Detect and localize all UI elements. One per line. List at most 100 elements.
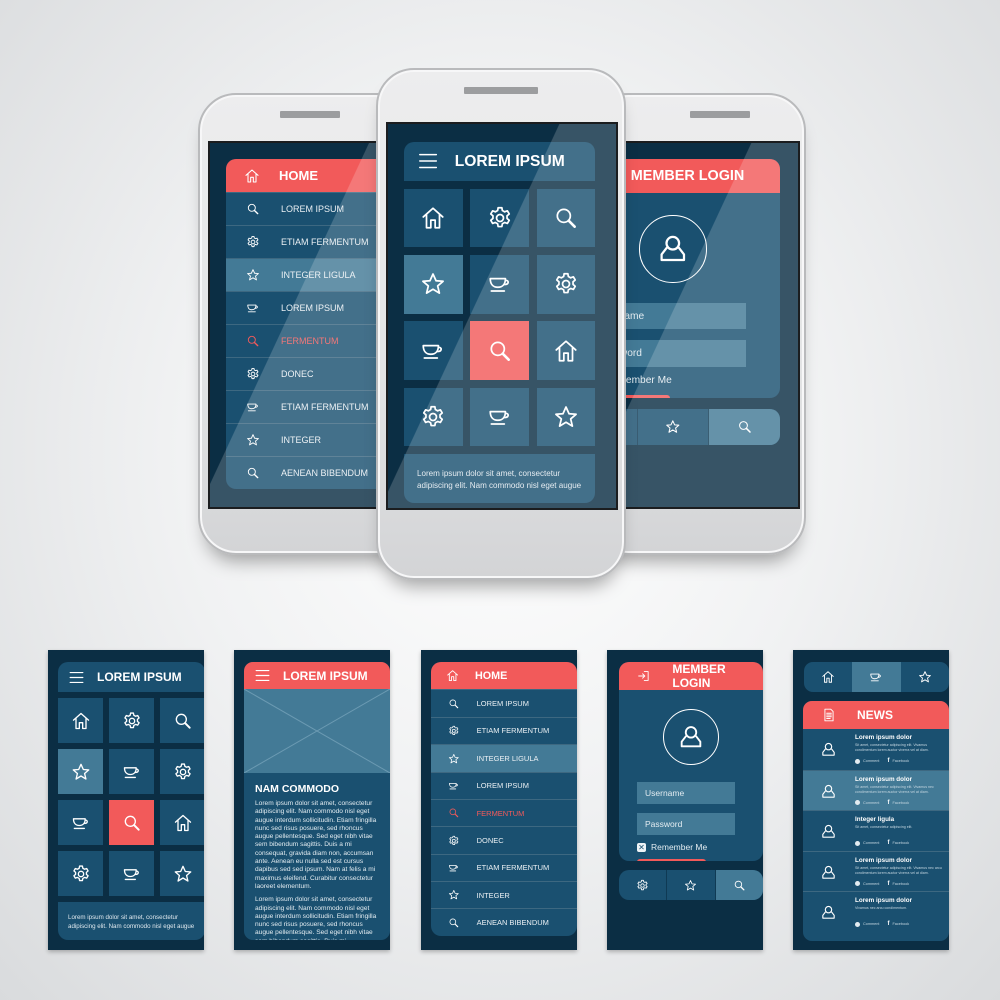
comment-link[interactable]: Comment: [855, 881, 879, 886]
list-item-label: ETIAM FERMENTUM: [281, 402, 369, 412]
grid-tile[interactable]: [404, 321, 463, 380]
list-item-label: INTEGER: [476, 890, 510, 900]
username-field[interactable]: Username: [637, 782, 735, 804]
grid-tile[interactable]: [536, 387, 596, 447]
list-item[interactable]: LOREM IPSUM: [431, 771, 577, 799]
facebook-label: Facebook: [892, 881, 910, 886]
facebook-link[interactable]: f Facebook: [887, 758, 909, 764]
grid-tile[interactable]: [160, 800, 204, 845]
remember-me[interactable]: ✕ Remember Me: [637, 842, 707, 852]
comment-icon: [855, 921, 860, 927]
tab-star[interactable]: [666, 870, 714, 901]
list-item-label: INTEGER: [281, 435, 322, 445]
footer-text-line: Lorem ipsum dolor sit amet, consectetur: [68, 914, 179, 921]
search-icon: [448, 917, 460, 929]
list-item[interactable]: AENEAN BIBENDUM: [431, 908, 577, 935]
gear-icon: [448, 725, 460, 737]
list-item-label: FERMENTUM: [281, 336, 339, 346]
hamburger-icon[interactable]: [254, 667, 271, 684]
article-header-title: LOREM IPSUM: [283, 668, 368, 683]
grid-header: LOREM IPSUM: [404, 142, 596, 181]
comment-link[interactable]: Comment: [855, 758, 879, 764]
document-icon: [822, 708, 836, 722]
grid-tile[interactable]: [58, 851, 103, 896]
grid-tile[interactable]: [160, 698, 204, 743]
facebook-link[interactable]: f Facebook: [887, 921, 909, 927]
bottom-tab-bar: [619, 870, 763, 901]
comment-link[interactable]: Comment: [855, 800, 879, 805]
grid-tile[interactable]: [404, 387, 463, 447]
gear-icon: [246, 235, 260, 249]
facebook-link[interactable]: f Facebook: [887, 800, 909, 806]
list-item[interactable]: ETIAM FERMENTUM: [431, 853, 577, 881]
list-item[interactable]: LOREM IPSUM: [431, 689, 577, 716]
list-item[interactable]: DONEC: [431, 826, 577, 853]
list-item[interactable]: FERMENTUM: [431, 798, 577, 826]
grid-tile[interactable]: [58, 698, 103, 743]
facebook-link[interactable]: f Facebook: [887, 840, 909, 846]
tab-search[interactable]: [708, 408, 780, 445]
grid-tile[interactable]: [470, 255, 529, 314]
comment-link[interactable]: Comment: [855, 840, 879, 846]
grid-tile[interactable]: [58, 800, 103, 845]
news-item[interactable]: Lorem ipsum dolor Sit amet, consectetur a…: [803, 769, 949, 810]
comment-label: Comment: [863, 922, 880, 926]
home-icon: [553, 338, 579, 364]
tab-home[interactable]: [804, 662, 852, 692]
grid-tile[interactable]: [470, 387, 529, 447]
list-item[interactable]: INTEGER: [431, 881, 577, 908]
tab-cup[interactable]: [852, 662, 901, 692]
grid-tile[interactable]: [109, 749, 154, 794]
search-icon: [246, 334, 260, 348]
grid-tile[interactable]: [109, 698, 154, 743]
tab-search[interactable]: [714, 870, 763, 901]
tab-star[interactable]: [636, 408, 709, 445]
tab-star[interactable]: [901, 662, 949, 692]
news-item-meta: Comment f Facebook: [855, 758, 909, 764]
comment-icon: [855, 758, 860, 764]
grid-tile[interactable]: [536, 188, 596, 248]
facebook-label: Facebook: [892, 759, 910, 763]
hamburger-icon[interactable]: [417, 150, 439, 172]
user-icon: [656, 232, 690, 266]
list-header-title: HOME: [474, 669, 508, 682]
grid-tile[interactable]: [58, 749, 103, 794]
grid-tile[interactable]: [404, 255, 463, 314]
grid-tile[interactable]: [536, 321, 596, 380]
hamburger-icon[interactable]: [68, 669, 85, 686]
facebook-link[interactable]: f Facebook: [887, 881, 909, 887]
remember-checkbox[interactable]: ✕: [637, 842, 646, 852]
gear-icon: [636, 879, 649, 892]
article-heading: NAM COMMODO: [255, 783, 339, 795]
grid-tile[interactable]: [470, 188, 529, 248]
send-button[interactable]: SEND: [637, 859, 706, 862]
user-icon: [820, 741, 837, 758]
star-icon: [665, 419, 681, 435]
login-screen-card: MEMBER LOGIN Username Password ✕ Remember Me…: [607, 650, 763, 950]
avatar: [663, 709, 719, 765]
grid-tile[interactable]: [404, 188, 463, 248]
news-item[interactable]: Integer ligula Sit amet, consectetur adip…: [803, 810, 949, 851]
list-item[interactable]: ETIAM FERMENTUM: [431, 716, 577, 744]
phone-speaker: [464, 87, 538, 94]
search-icon: [487, 338, 513, 364]
comment-link[interactable]: Comment: [855, 921, 880, 927]
password-field[interactable]: Password: [637, 813, 735, 835]
news-item-body: Sit amet, consectetur adipiscing elit. V…: [855, 743, 929, 752]
tab-gear[interactable]: [619, 870, 666, 900]
news-item[interactable]: Lorem ipsum dolor Sit amet, consectetur a…: [803, 850, 949, 892]
grid-tile[interactable]: [109, 800, 154, 845]
facebook-icon: f: [887, 799, 890, 806]
cup-icon: [122, 762, 142, 782]
login-panel: MEMBER LOGIN Username Password ✕ Remember Me…: [619, 662, 763, 862]
list-item[interactable]: INTEGER LIGULA: [431, 744, 577, 772]
grid-tile[interactable]: [536, 255, 596, 314]
grid-tile[interactable]: [160, 851, 204, 896]
list-item-label: LOREM IPSUM: [476, 699, 529, 709]
grid-tile[interactable]: [109, 851, 154, 896]
news-header: NEWS: [803, 701, 949, 729]
news-item[interactable]: Lorem ipsum dolor Sit amet, consectetur a…: [803, 729, 949, 770]
news-item[interactable]: Lorem ipsum dolor Vivamus nec arcu condim…: [803, 891, 949, 932]
grid-tile[interactable]: [470, 321, 529, 380]
grid-tile[interactable]: [160, 749, 204, 794]
